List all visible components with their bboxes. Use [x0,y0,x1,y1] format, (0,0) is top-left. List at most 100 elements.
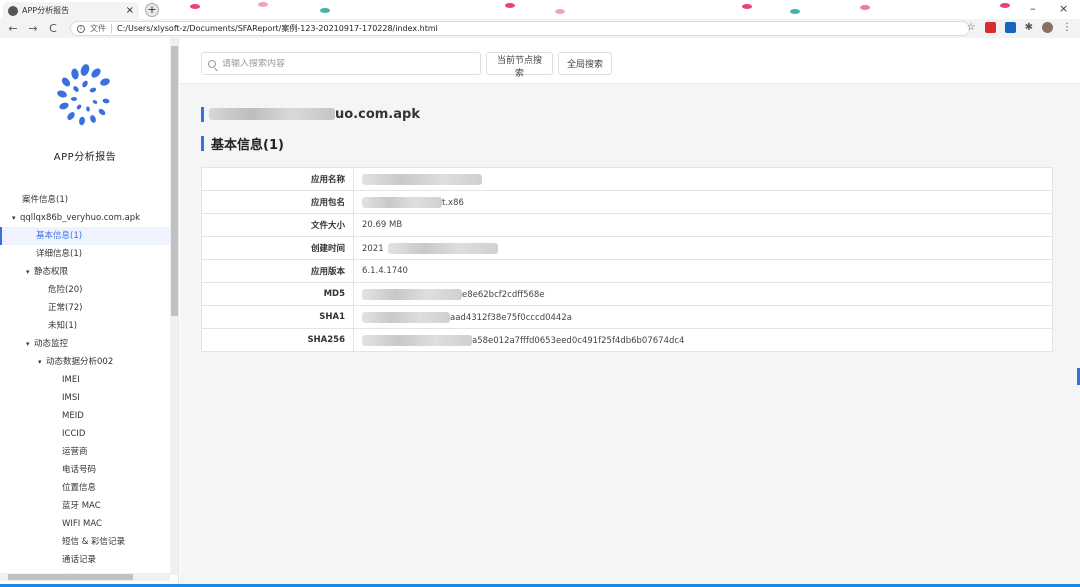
tree-item[interactable]: WIFI MAC [0,515,170,533]
extension-icon[interactable] [984,22,996,33]
tree-item[interactable]: 运营商 [0,443,170,461]
table-row: SHA256 a58e012a7fffd0653eed0c491f25f4db6b… [201,328,1053,352]
table-row: 应用名称 [201,167,1053,191]
caret-down-icon[interactable]: ▾ [12,209,20,227]
toolbar-icons: ☆ ✱ ⋮ [967,22,1072,33]
field-value-text: a58e012a7fffd0653eed0c491f25f4db6b07674d… [472,335,685,346]
global-search-button[interactable]: 全局搜索 [558,52,612,75]
tree-item[interactable]: MEID [0,407,170,425]
search-bar: 当前节点搜索 全局搜索 [180,38,1080,84]
tree-item[interactable]: ▾ 动态数据分析002 [0,353,170,371]
tree-item[interactable]: IMEI [0,371,170,389]
section-title-text: 基本信息(1) [211,138,284,153]
url-text[interactable]: C:/Users/xlysoft-z/Documents/SFAReport/案… [117,23,438,34]
extension-icon[interactable] [1042,22,1053,33]
reload-icon[interactable]: C [46,22,60,35]
tree-item-label: 短信 & 彩信记录 [62,537,126,547]
node-search-button[interactable]: 当前节点搜索 [486,52,553,79]
decor-petal [320,8,330,13]
divider [111,24,112,33]
field-value-text: 2021 [362,243,384,254]
tree-item-label: 案件信息(1) [22,195,69,205]
tree-item[interactable]: 正常(72) [0,299,170,317]
decor-petal [258,2,268,7]
field-value: 20.69 MB [353,213,1053,237]
table-row: 应用包名 t.x86 [201,190,1053,214]
tree-item[interactable]: 案件信息(1) [0,191,170,209]
table-row: MD5 e8e62bcf2cdff568e [201,282,1053,306]
extension-icon[interactable] [1004,22,1016,33]
tree-item[interactable]: 电话号码 [0,461,170,479]
redacted-value [362,311,450,323]
tree-item-label: 动态监控 [34,339,69,349]
field-key: 文件大小 [201,213,354,237]
caret-down-icon[interactable]: ▾ [26,263,34,281]
tree-item[interactable]: 短信 & 彩信记录 [0,533,170,551]
tree-item[interactable]: 通话记录 [0,551,170,569]
field-key: MD5 [201,282,354,306]
close-window-icon[interactable]: × [1059,2,1068,15]
tree-item[interactable]: 基本信息(1) [0,227,170,245]
tree-item[interactable]: IMSI [0,389,170,407]
forward-arrow-icon[interactable]: → [26,22,40,35]
back-arrow-icon[interactable]: ← [6,22,20,35]
basic-info-table: 应用名称 应用包名 t.x86 文件大小 20.69 MB 创建时间 2021 应用版本 6.1… [201,167,1053,352]
tree-item-label: 未知(1) [48,321,78,331]
tree-item-label: 通话记录 [62,555,97,565]
address-bar[interactable]: i 文件 C:/Users/xlysoft-z/Documents/SFARep… [70,21,970,36]
caret-down-icon[interactable]: ▾ [26,335,34,353]
search-input[interactable] [222,58,462,69]
tree-item[interactable]: 未知(1) [0,317,170,335]
search-box[interactable] [201,52,481,75]
sidebar-scrollbar[interactable] [170,38,178,575]
tab-close-icon[interactable]: × [126,5,134,16]
tree-item[interactable]: ICCID [0,425,170,443]
sidebar-hscroll-thumb[interactable] [8,574,133,580]
redacted-value [362,196,442,208]
field-key: SHA1 [201,305,354,329]
apk-name: uo.com.apk [335,106,420,122]
tree-item[interactable]: 危险(20) [0,281,170,299]
minimize-icon[interactable]: – [1030,2,1036,15]
tree-item-label: 位置信息 [62,483,97,493]
tree-item-label: IMSI [62,393,80,403]
tree-item-label: MEID [62,411,84,421]
tab-title: APP分析报告 [22,6,70,15]
decor-petal [742,4,752,9]
field-value-text: 6.1.4.1740 [362,266,408,276]
field-value: a58e012a7fffd0653eed0c491f25f4db6b07674d… [353,328,1053,352]
redacted-value [362,334,472,346]
tree-item[interactable]: 详细信息(1) [0,245,170,263]
tree-item-label: 详细信息(1) [36,249,83,259]
redacted-value [387,242,498,254]
tree-item[interactable]: 蓝牙 MAC [0,497,170,515]
tree-item-label: 动态数据分析002 [46,357,114,367]
field-key: 应用名称 [201,167,354,191]
decor-petal [505,3,515,8]
tree-item[interactable]: ▾ 静态权限 [0,263,170,281]
tree-item[interactable]: 位置信息 [0,479,170,497]
decor-petal [1000,3,1010,8]
new-tab-button[interactable]: + [145,3,159,17]
field-value [353,167,1053,191]
menu-icon[interactable]: ⋮ [1062,22,1072,33]
sidebar-horizontal-scrollbar[interactable] [0,573,170,581]
report-title: APP分析报告 [53,152,117,163]
main-content: 当前节点搜索 全局搜索 uo.com.apk 基本信息(1) 应用名称应用包名 t… [180,38,1080,584]
field-value-text: e8e62bcf2cdff568e [462,289,545,300]
info-icon[interactable]: i [77,24,85,33]
sidebar-scroll-thumb[interactable] [171,46,178,316]
title-accent-bar [201,106,204,122]
tree-item-label: 运营商 [62,447,88,457]
field-key: SHA256 [201,328,354,352]
caret-down-icon[interactable]: ▾ [38,353,46,371]
browser-toolbar: ← → C i 文件 C:/Users/xlysoft-z/Documents/… [0,19,1080,38]
browser-tab[interactable]: APP分析报告 × [3,2,139,19]
field-value: e8e62bcf2cdff568e [353,282,1053,306]
sidebar: APP分析报告 案件信息(1) ▾ qqllqx86b_veryhuo.com.ap… [0,38,179,587]
star-icon[interactable]: ☆ [967,22,976,33]
field-value: aad4312f38e75f0cccd0442a [353,305,1053,329]
tree-item[interactable]: ▾ 动态监控 [0,335,170,353]
tree-item[interactable]: ▾ qqllqx86b_veryhuo.com.apk [0,209,170,227]
puzzle-icon[interactable]: ✱ [1025,22,1033,33]
